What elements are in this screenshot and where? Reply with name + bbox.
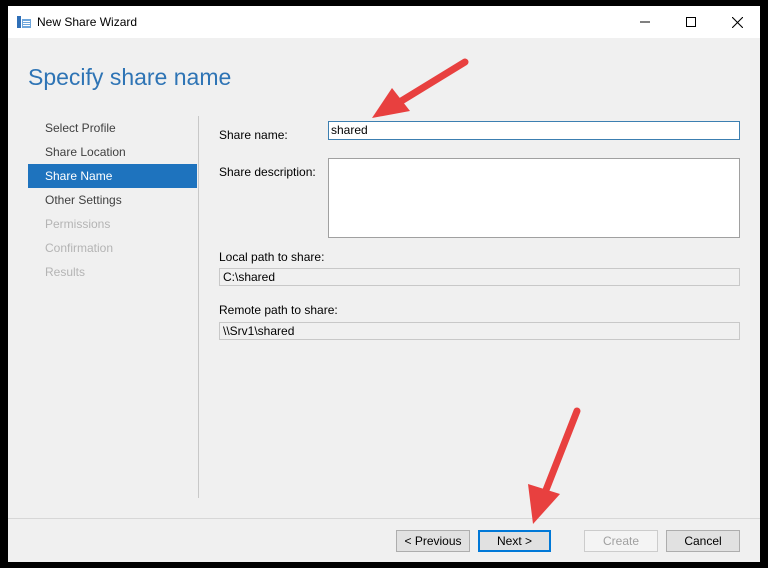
next-button[interactable]: Next >: [478, 530, 551, 552]
wizard-client-area: Specify share name Select Profile Share …: [8, 38, 760, 562]
nav-item-results: Results: [45, 265, 86, 279]
nav-item-permissions: Permissions: [45, 217, 111, 231]
close-icon: [731, 16, 743, 28]
create-button: Create: [584, 530, 658, 552]
wizard-window: New Share Wizard Specify share name Sele…: [8, 6, 760, 562]
close-button[interactable]: [714, 6, 760, 38]
local-path-field: C:\shared: [219, 268, 740, 286]
share-description-input[interactable]: [328, 158, 740, 238]
nav-item-share-name[interactable]: Share Name: [28, 164, 197, 188]
wizard-steps-nav: Select Profile Share Location Share Name…: [28, 116, 197, 284]
share-name-input[interactable]: shared: [328, 121, 740, 140]
remote-path-field: \\Srv1\shared: [219, 322, 740, 340]
maximize-icon: [686, 17, 696, 27]
minimize-button[interactable]: [622, 6, 668, 38]
nav-divider: [198, 116, 199, 498]
nav-item-share-location[interactable]: Share Location: [28, 140, 197, 164]
share-wizard-icon: [16, 15, 32, 29]
minimize-icon: [640, 21, 650, 23]
local-path-label: Local path to share:: [219, 250, 325, 264]
share-description-label: Share description:: [219, 165, 316, 179]
nav-item-other-settings[interactable]: Other Settings: [28, 188, 197, 212]
previous-button[interactable]: < Previous: [396, 530, 470, 552]
nav-item-select-profile[interactable]: Select Profile: [28, 116, 197, 140]
page-title: Specify share name: [28, 64, 232, 90]
share-name-label: Share name:: [219, 128, 288, 142]
wizard-footer: < Previous Next > Create Cancel: [8, 518, 760, 562]
cancel-button[interactable]: Cancel: [666, 530, 740, 552]
nav-item-confirmation: Confirmation: [45, 241, 114, 255]
remote-path-label: Remote path to share:: [219, 303, 338, 317]
title-bar[interactable]: New Share Wizard: [8, 6, 760, 38]
window-title: New Share Wizard: [37, 15, 138, 29]
maximize-button[interactable]: [668, 6, 714, 38]
